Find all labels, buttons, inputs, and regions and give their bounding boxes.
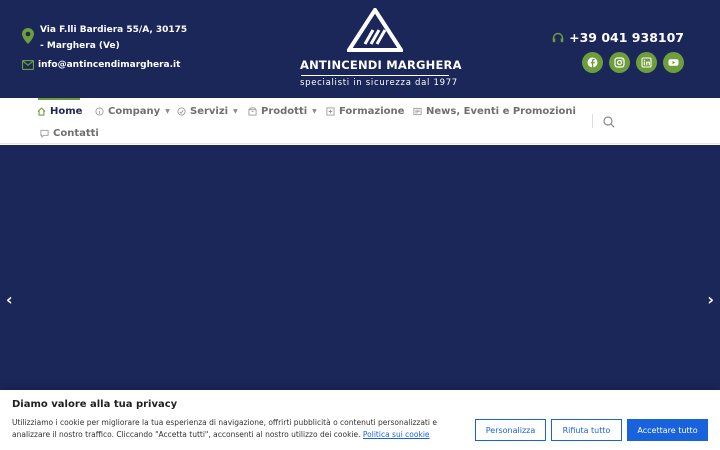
slider-next-button[interactable]: › [707, 290, 714, 309]
cookie-banner: Diamo valore alla tua privacy Utilizziam… [0, 390, 720, 450]
nav-label-home: Home [50, 105, 83, 117]
address-block: Via F.lli Bardiera 55/A, 30175 - Margher… [22, 22, 190, 54]
youtube-icon[interactable] [663, 52, 684, 73]
home-icon [37, 106, 46, 116]
nav-label-prodotti: Prodotti [261, 105, 308, 117]
reject-all-button[interactable]: Rifiuta tutto [551, 419, 622, 441]
nav-label-contatti: Contatti [53, 127, 99, 139]
accept-all-button[interactable]: Accettare tutto [627, 419, 708, 441]
logo-mark-icon [347, 8, 403, 52]
nav-label-news: News, Eventi e Promozioni [426, 105, 576, 117]
envelope-icon [22, 60, 34, 70]
cookie-policy-link[interactable]: Politica sui cookie [363, 430, 430, 439]
logo-divider [301, 75, 449, 76]
site-logo[interactable]: ANTINCENDI MARGHERA specialisti in sicur… [300, 8, 462, 88]
nav-item-news[interactable]: News, Eventi e Promozioni [413, 100, 576, 122]
search-icon[interactable] [603, 116, 615, 128]
chevron-down-icon: ▼ [312, 107, 317, 115]
nav-item-formazione[interactable]: Formazione [326, 100, 404, 122]
nav-label-servizi: Servizi [190, 105, 229, 117]
location-pin-icon [22, 28, 34, 44]
nav-item-servizi[interactable]: Servizi ▼ [177, 100, 238, 122]
nav-item-company[interactable]: Company ▼ [95, 100, 170, 122]
email-link[interactable]: info@antincendimarghera.it [38, 60, 180, 70]
info-icon [95, 106, 104, 116]
chevron-down-icon: ▼ [233, 107, 238, 115]
facebook-icon[interactable] [582, 52, 603, 73]
nav-label-formazione: Formazione [339, 105, 405, 117]
social-links [582, 52, 684, 73]
linkedin-icon[interactable] [636, 52, 657, 73]
email-block[interactable]: info@antincendimarghera.it [22, 60, 180, 70]
logo-tagline: specialisti in sicurezza dal 1977 [300, 78, 458, 88]
nav-label-company: Company [108, 105, 161, 117]
phone-number[interactable]: +39 041 938107 [569, 30, 684, 45]
cookie-title: Diamo valore alla tua privacy [12, 399, 178, 410]
box-icon [248, 106, 257, 116]
chevron-down-icon: ▼ [165, 107, 170, 115]
top-header: Via F.lli Bardiera 55/A, 30175 - Margher… [0, 0, 720, 98]
headset-icon [552, 32, 564, 42]
address-text: Via F.lli Bardiera 55/A, 30175 - Margher… [40, 25, 188, 51]
chat-icon [40, 129, 49, 138]
services-icon [177, 106, 186, 116]
slider-prev-button[interactable]: ‹ [6, 290, 13, 309]
hero-slider: ‹ › [0, 145, 720, 390]
instagram-icon[interactable] [609, 52, 630, 73]
newspaper-icon [413, 107, 422, 115]
nav-item-prodotti[interactable]: Prodotti ▼ [248, 100, 317, 122]
plus-square-icon [326, 106, 335, 116]
nav-divider [592, 114, 593, 128]
phone-block[interactable]: +39 041 938107 [552, 30, 684, 45]
nav-item-contatti[interactable]: Contatti [40, 122, 99, 144]
cookie-text: Utilizziamo i cookie per migliorare la t… [12, 417, 462, 441]
logo-brand: ANTINCENDI MARGHERA [300, 58, 462, 72]
customize-button[interactable]: Personalizza [475, 419, 546, 441]
nav-item-home[interactable]: Home [37, 100, 82, 122]
